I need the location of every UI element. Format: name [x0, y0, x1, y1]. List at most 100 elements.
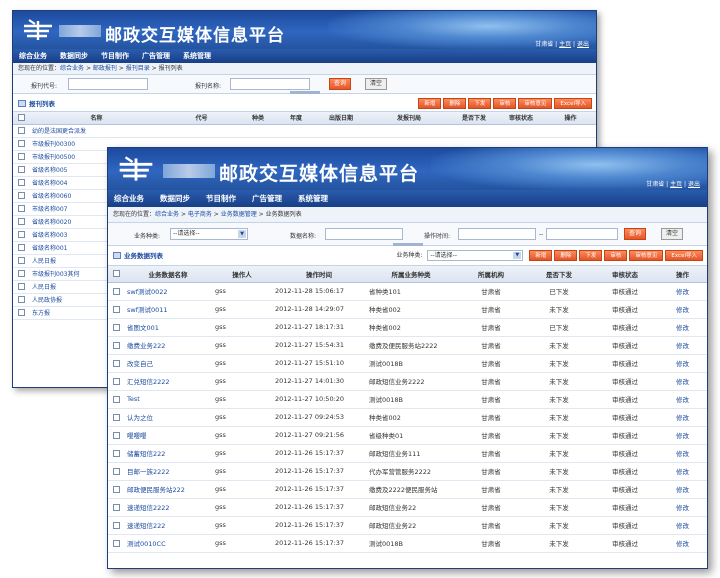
data-name-cell[interactable]: 缴费业务222 [124, 336, 212, 355]
row-checkbox[interactable] [108, 498, 124, 517]
breadcrumb-item[interactable]: 电子商务 [188, 211, 212, 218]
select-all-checkbox[interactable] [13, 112, 29, 125]
row-checkbox[interactable] [108, 408, 124, 427]
row-checkbox[interactable] [108, 480, 124, 499]
row-checkbox[interactable] [108, 516, 124, 535]
table-row[interactable]: 测试0010CC gss 2012-11-26 15:17:37 测试0018B 甘肃省… [108, 534, 707, 553]
edit-link[interactable]: 修改 [658, 300, 707, 319]
breadcrumb-item[interactable]: 邮政报刊 [93, 65, 117, 72]
row-checkbox[interactable] [108, 426, 124, 445]
type-select[interactable]: --请选择-- ▼ [170, 228, 248, 240]
row-checkbox[interactable] [108, 534, 124, 553]
nav-item-general[interactable]: 综合业务 [19, 51, 47, 61]
row-checkbox[interactable] [13, 150, 29, 164]
row-checkbox[interactable] [108, 282, 124, 301]
data-name-cell[interactable]: 改变自己 [124, 354, 212, 373]
row-checkbox[interactable] [13, 163, 29, 177]
clear-button[interactable]: 清空 [365, 78, 388, 90]
row-checkbox[interactable] [108, 444, 124, 463]
edit-link[interactable]: 修改 [658, 336, 707, 355]
data-name-cell[interactable]: 速递短信222 [124, 516, 212, 535]
row-checkbox[interactable] [108, 462, 124, 481]
row-checkbox[interactable] [13, 124, 29, 138]
edit-link[interactable]: 修改 [658, 354, 707, 373]
table-row[interactable]: 速递短信2222 gss 2012-11-26 15:17:37 邮政短信业务22 甘肃… [108, 498, 707, 517]
row-checkbox[interactable] [108, 372, 124, 391]
data-name-cell[interactable]: Test [124, 390, 212, 409]
table-row[interactable]: 幼的是法国更合派发 [13, 124, 596, 138]
row-checkbox[interactable] [13, 215, 29, 229]
edit-link[interactable]: 修改 [658, 462, 707, 481]
home-link[interactable]: 主页 [670, 181, 682, 188]
name-input[interactable] [230, 78, 310, 90]
row-checkbox[interactable] [13, 280, 29, 294]
row-checkbox[interactable] [13, 241, 29, 255]
row-checkbox[interactable] [108, 336, 124, 355]
table-row[interactable]: 嘤嘤嘤 gss 2012-11-27 09:21:56 省级种类01 甘肃省 未下发 审核通… [108, 426, 707, 445]
table-row[interactable]: 省图文001 gss 2012-11-27 18:17:31 种类省002 甘肃省 已下发… [108, 318, 707, 337]
row-checkbox[interactable] [13, 176, 29, 190]
table-row[interactable]: 改变自己 gss 2012-11-27 15:51:10 测试0018B 甘肃省 未下发审… [108, 354, 707, 373]
breadcrumb-item[interactable]: 业务数据管理 [221, 211, 257, 218]
review-button[interactable]: 审核 [493, 98, 517, 109]
row-checkbox[interactable] [13, 267, 29, 281]
row-checkbox[interactable] [13, 202, 29, 216]
table-row[interactable]: Test gss 2012-11-27 10:50:20 测试0018B 甘肃省 未下发审… [108, 390, 707, 409]
data-name-cell[interactable]: 测试0010CC [124, 534, 212, 553]
edit-link[interactable]: 修改 [658, 390, 707, 409]
data-name-cell[interactable]: 嘤嘤嘤 [124, 426, 212, 445]
data-name-cell[interactable]: 速递短信2222 [124, 498, 212, 517]
nav-item-sync[interactable]: 数据同步 [160, 193, 190, 204]
row-checkbox[interactable] [108, 354, 124, 373]
nav-item-ads[interactable]: 广告管理 [252, 193, 282, 204]
data-name-cell[interactable]: swf测试0011 [124, 300, 212, 319]
end-time-input[interactable] [546, 228, 618, 240]
edit-link[interactable]: 修改 [658, 318, 707, 337]
distribute-button[interactable]: 下发 [579, 250, 603, 261]
edit-link[interactable]: 修改 [658, 426, 707, 445]
row-checkbox[interactable] [108, 300, 124, 319]
row-checkbox[interactable] [108, 318, 124, 337]
table-row[interactable]: 认为之位 gss 2012-11-27 09:24:53 种类省002 甘肃省 未下发 审核… [108, 408, 707, 427]
distribute-button[interactable]: 下发 [468, 98, 492, 109]
select-all-checkbox[interactable] [108, 266, 124, 283]
add-button[interactable]: 新增 [529, 250, 553, 261]
data-name-cell[interactable]: swf测试0022 [124, 282, 212, 301]
query-button[interactable]: 查询 [624, 228, 647, 240]
excel-import-button[interactable]: Excel导入 [665, 250, 703, 261]
excel-import-button[interactable]: Excel导入 [554, 98, 592, 109]
code-input[interactable] [68, 78, 148, 90]
row-checkbox[interactable] [108, 390, 124, 409]
newspaper-name[interactable]: 幼的是法国更合派发 [29, 124, 164, 138]
edit-link[interactable]: 修改 [658, 498, 707, 517]
edit-link[interactable]: 修改 [658, 282, 707, 301]
data-name-cell[interactable]: 目邮一族2222 [124, 462, 212, 481]
breadcrumb-item[interactable]: 综合业务 [155, 211, 179, 218]
nav-item-sync[interactable]: 数据同步 [60, 51, 88, 61]
edit-link[interactable]: 修改 [658, 534, 707, 553]
edit-link[interactable]: 修改 [658, 408, 707, 427]
nav-item-ads[interactable]: 广告管理 [142, 51, 170, 61]
table-row[interactable]: swf测试0011 gss 2012-11-28 14:29:07 种类省002 甘肃省… [108, 300, 707, 319]
review-comment-button[interactable]: 审核意见 [629, 250, 664, 261]
review-button[interactable]: 审核 [604, 250, 628, 261]
data-name-cell[interactable]: 省图文001 [124, 318, 212, 337]
query-button[interactable]: 查询 [329, 78, 352, 90]
edit-link[interactable]: 修改 [658, 516, 707, 535]
nav-item-program[interactable]: 节目制作 [101, 51, 129, 61]
nav-item-system[interactable]: 系统管理 [298, 193, 328, 204]
add-button[interactable]: 新增 [418, 98, 442, 109]
row-checkbox[interactable] [13, 228, 29, 242]
data-name-cell[interactable]: 储蓄短信222 [124, 444, 212, 463]
breadcrumb-item[interactable]: 综合业务 [60, 65, 84, 72]
toolbar-type-select[interactable]: --请选择-- ▼ [427, 250, 524, 261]
table-row[interactable]: 速递短信222 gss 2012-11-26 15:17:37 邮政短信业务22 甘肃省… [108, 516, 707, 535]
edit-link[interactable]: 修改 [658, 480, 707, 499]
delete-button[interactable]: 删除 [443, 98, 467, 109]
table-row[interactable]: 目邮一族2222 gss 2012-11-26 15:17:37 代办军营管服务222… [108, 462, 707, 481]
row-checkbox[interactable] [13, 254, 29, 268]
review-comment-button[interactable]: 审核意见 [518, 98, 553, 109]
row-checkbox[interactable] [13, 293, 29, 307]
table-row[interactable]: 汇兑短信2222 gss 2012-11-27 14:01:30 邮政短信业务2222… [108, 372, 707, 391]
edit-link[interactable]: 修改 [658, 444, 707, 463]
